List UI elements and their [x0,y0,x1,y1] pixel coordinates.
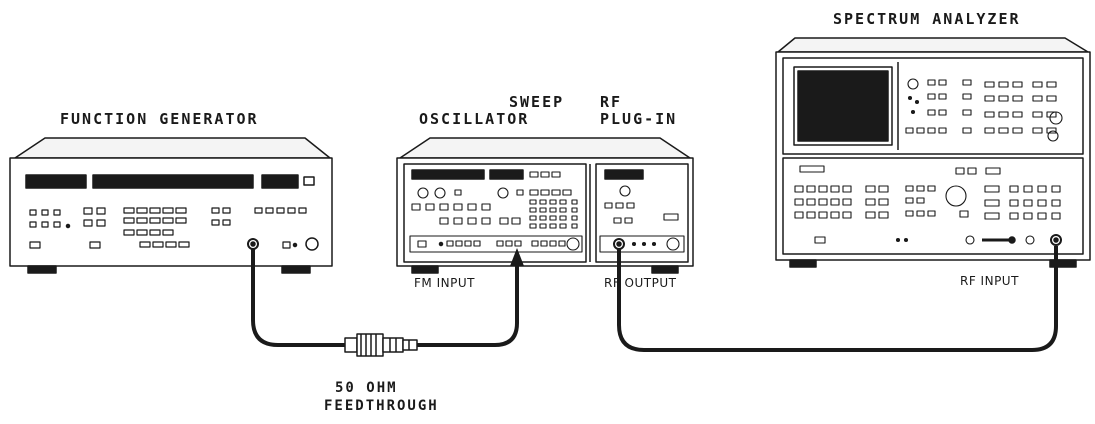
rf-input-label: RF INPUT [960,274,1019,288]
function-generator-instrument [9,137,333,274]
plug-in-label: PLUG-IN [600,110,678,128]
function-generator-label: FUNCTION GENERATOR [60,110,259,128]
rf-output-label: RF OUTPUT [604,276,677,290]
diagram-drawing [9,37,1091,357]
test-setup-diagram: FUNCTION GENERATOR SWEEP OSCILLATOR RF P… [0,0,1095,424]
spectrum-analyzer-label: SPECTRUM ANALYZER [833,10,1021,28]
feedthrough-label: FEEDTHROUGH [324,398,439,414]
sweep-oscillator-instrument [396,137,694,274]
fm-input-label: FM INPUT [414,276,475,290]
rf-label: RF [600,93,623,111]
spectrum-analyzer-instrument [775,37,1091,268]
feedthrough-adapter [344,333,418,357]
oscillator-label: OSCILLATOR [419,110,530,128]
sweep-label: SWEEP [509,93,565,111]
feedthrough-value-label: 50 OHM [335,380,398,396]
